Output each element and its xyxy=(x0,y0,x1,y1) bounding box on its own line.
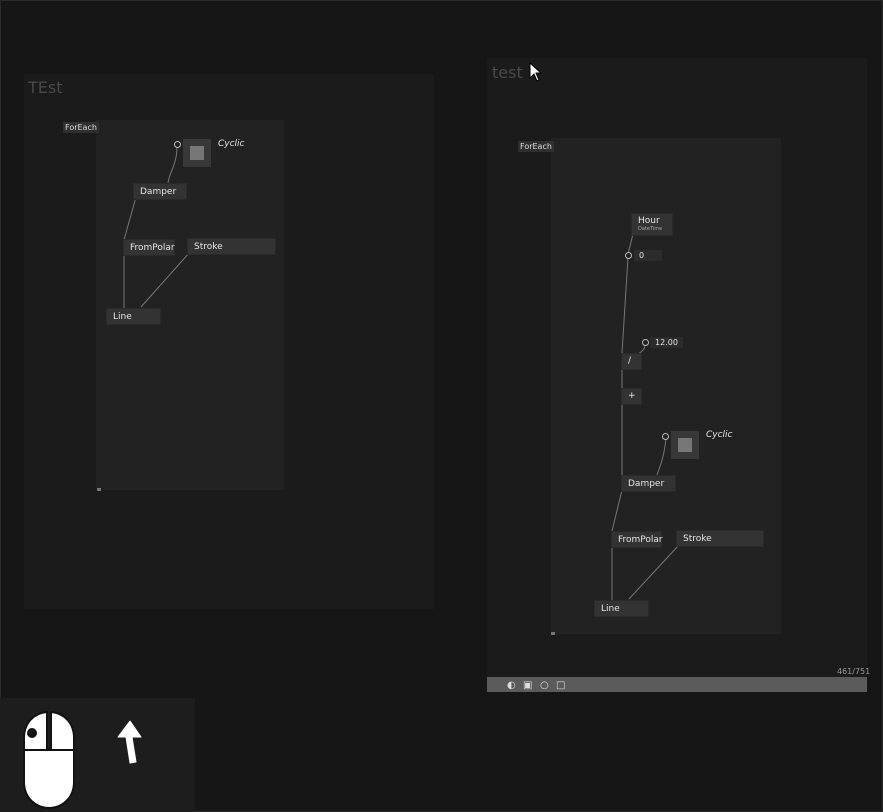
node-frompolar[interactable]: FromPolar xyxy=(611,531,663,548)
arrow-up-icon xyxy=(117,720,142,764)
cyclic-label: Cyclic xyxy=(706,430,733,440)
node-stroke[interactable]: Stroke xyxy=(676,530,764,547)
node-divide[interactable]: / xyxy=(621,353,642,370)
iobox-twelve[interactable]: 12.00 xyxy=(650,337,683,348)
performance-counter: 461/751 xyxy=(837,667,871,676)
node-line[interactable]: Line xyxy=(594,600,649,617)
cyclic-toggle[interactable] xyxy=(671,431,699,459)
node-plus[interactable]: + xyxy=(621,388,642,405)
node-damper[interactable]: Damper xyxy=(621,475,676,492)
mouse-left-click-icon xyxy=(23,710,75,810)
palette-icon[interactable]: ◐ xyxy=(507,680,516,691)
camera-icon[interactable]: ▣ xyxy=(523,680,532,691)
node-hour[interactable]: Hour DateTime xyxy=(631,213,673,236)
patch-bottom-bar: ◐ ▣ ○ □ xyxy=(487,677,867,692)
iobox-pin[interactable] xyxy=(662,433,669,440)
circle-icon[interactable]: ○ xyxy=(540,680,549,691)
iobox-pin[interactable] xyxy=(625,252,632,259)
mouse-cursor-icon xyxy=(529,62,543,82)
square-icon[interactable]: □ xyxy=(556,680,565,691)
iobox-pin[interactable] xyxy=(642,339,649,346)
iobox-zero[interactable]: 0 xyxy=(634,250,662,261)
node-hour-category: DateTime xyxy=(638,226,663,232)
